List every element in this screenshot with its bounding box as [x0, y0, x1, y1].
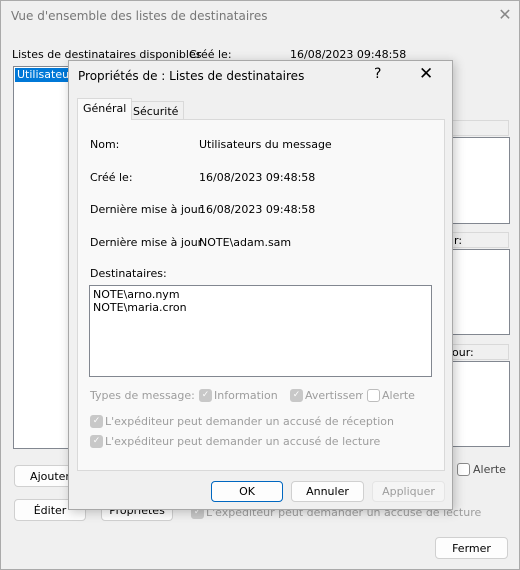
name-label: Nom: [90, 138, 120, 151]
recipient-item[interactable]: NOTE\maria.cron [93, 301, 428, 314]
alert-label: Alerte [382, 389, 415, 402]
warning-label: Avertissem [305, 389, 363, 402]
recipients-listbox[interactable]: NOTE\arno.nym NOTE\maria.cron [89, 285, 432, 377]
last-update-label: Dernière mise à jour [90, 203, 203, 216]
panel-header [451, 120, 509, 136]
read-receipt-checkbox: ✓ [90, 435, 103, 448]
close-icon[interactable]: ✕ [419, 64, 433, 84]
close-icon[interactable]: ✕ [496, 6, 514, 24]
warning-checkbox: ✓ [290, 389, 303, 402]
last-update-by-label: Dernière mise à jour [90, 236, 203, 249]
tab-general[interactable]: Général [77, 98, 133, 120]
alert-checkbox[interactable] [457, 463, 470, 476]
info-box-2 [451, 249, 510, 335]
information-label: Information [214, 389, 278, 402]
info-box-1 [451, 137, 510, 224]
panel-header: r: [451, 232, 509, 248]
name-value: Utilisateurs du message [199, 138, 332, 151]
created-label: Créé le: [90, 171, 133, 184]
alert-checkbox [367, 389, 380, 402]
partial-label: r: [454, 234, 463, 247]
delivery-receipt-label: L'expéditeur peut demander un accusé de … [105, 415, 394, 428]
available-lists-listbox[interactable]: Utilisateurs [13, 66, 82, 449]
dialog-title: Propriétés de : Listes de destinataires [78, 69, 305, 83]
close-button[interactable]: Fermer [435, 537, 508, 559]
info-box-3 [451, 361, 510, 447]
recipient-item[interactable]: NOTE\arno.nym [93, 288, 428, 301]
read-receipt-label: L'expéditeur peut demander un accusé de … [105, 435, 381, 448]
delivery-receipt-checkbox: ✓ [90, 415, 103, 428]
last-update-value: 16/08/2023 09:48:58 [199, 203, 316, 216]
created-value: 16/08/2023 09:48:58 [199, 171, 316, 184]
panel-header: our: [451, 344, 509, 360]
help-icon[interactable]: ? [374, 66, 381, 82]
last-update-by-value: NOTE\adam.sam [199, 236, 292, 249]
window-title: Vue d'ensemble des listes de destinatair… [11, 9, 268, 23]
partial-label: our: [452, 346, 474, 359]
alert-label: Alerte [473, 463, 506, 476]
ok-button[interactable]: OK [211, 481, 283, 502]
message-types-label: Types de message: [90, 389, 195, 402]
apply-button[interactable]: Appliquer [372, 481, 445, 502]
information-checkbox: ✓ [199, 389, 212, 402]
recipients-label: Destinataires: [90, 267, 167, 280]
properties-dialog: Propriétés de : Listes de destinataires … [68, 60, 453, 510]
cancel-button[interactable]: Annuler [291, 481, 364, 502]
